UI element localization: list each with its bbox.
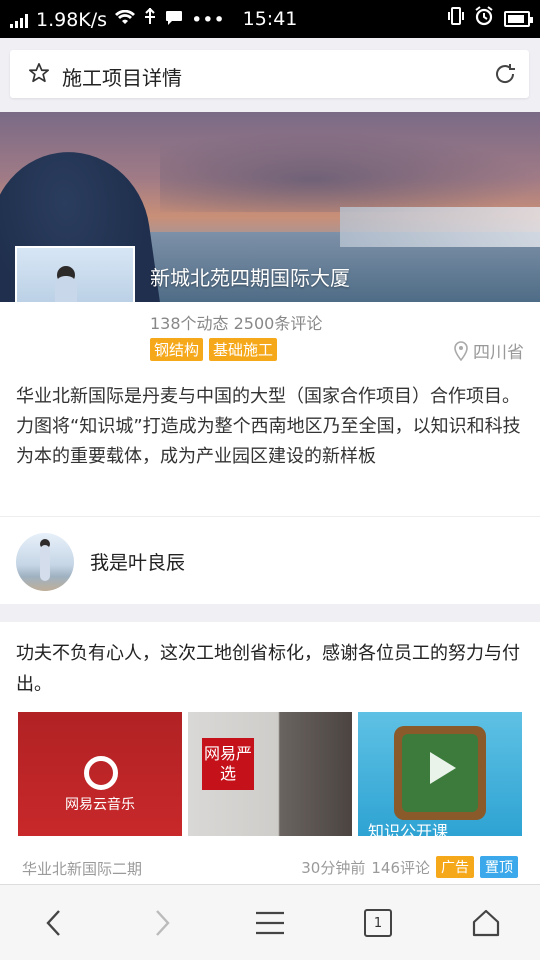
image-caption: 网易云音乐	[65, 797, 135, 813]
project-stats: 138个动态 2500条评论	[150, 314, 323, 333]
location-pin-icon	[454, 340, 468, 361]
refresh-icon[interactable]	[493, 62, 517, 90]
tag-foundation[interactable]: 基础施工	[209, 338, 278, 361]
tabs-button[interactable]: 1	[358, 905, 398, 941]
cover-clouds	[160, 132, 540, 212]
cover-coast	[340, 207, 540, 247]
tag-steel[interactable]: 钢结构	[150, 338, 204, 361]
post-image-1[interactable]: 网易云音乐	[18, 712, 182, 836]
post-image-3[interactable]: 知识公开课	[358, 712, 522, 836]
status-right	[448, 6, 533, 31]
post-images: 网易云音乐 网易严选 知识公开课	[18, 712, 522, 836]
image-caption: 网易严选	[202, 738, 254, 790]
post-meta: 30分钟前 146评论 广告 置顶	[301, 856, 518, 878]
project-description: 华业北新国际是丹麦与中国的大型（国家合作项目）合作项目。力图将“知识城”打造成为…	[16, 386, 521, 467]
user-row[interactable]: 我是叶良辰	[0, 517, 540, 605]
address-box[interactable]: 施工项目详情	[10, 50, 529, 98]
image-caption: 知识公开课	[368, 822, 449, 836]
menu-button[interactable]	[250, 905, 290, 941]
menu-icon	[256, 911, 284, 935]
tab-count: 1	[364, 909, 392, 937]
user-name[interactable]: 我是叶良辰	[90, 548, 185, 575]
post-source: 华业北新国际二期	[22, 860, 143, 878]
post-comments[interactable]: 146评论	[371, 857, 430, 878]
ad-badge: 广告	[436, 856, 474, 878]
project-location: 四川省	[453, 338, 524, 363]
page-title: 施工项目详情	[62, 66, 182, 90]
status-bar: 1.98K/s ••• 15:41	[0, 0, 540, 38]
play-icon	[430, 752, 456, 784]
user-avatar-figure	[40, 545, 50, 581]
bottom-toolbar: 1	[0, 884, 540, 960]
post-text: 功夫不负有心人，这次工地创省标化，感谢各位员工的努力与付出。	[16, 643, 520, 695]
home-button[interactable]	[466, 905, 506, 941]
post-card[interactable]: 功夫不负有心人，这次工地创省标化，感谢各位员工的努力与付出。 网易云音乐 网易严…	[0, 622, 540, 884]
chevron-right-icon	[156, 910, 170, 936]
star-icon[interactable]	[28, 62, 50, 88]
chevron-left-icon	[46, 910, 60, 936]
project-card: 138个动态 2500条评论 钢结构 基础施工 四川省 华业北新国际是丹麦与中国…	[0, 302, 540, 604]
back-button[interactable]	[34, 905, 74, 941]
home-icon	[472, 909, 500, 937]
alarm-icon	[474, 6, 494, 31]
project-tags: 钢结构 基础施工	[150, 338, 278, 361]
user-avatar[interactable]	[16, 533, 74, 591]
location-text: 四川省	[473, 343, 524, 363]
post-footer: 华业北新国际二期 30分钟前 146评论 广告 置顶	[0, 854, 540, 884]
pinned-badge: 置顶	[480, 856, 518, 878]
battery-icon	[504, 10, 533, 27]
netease-music-logo-icon	[84, 756, 118, 790]
vibrate-icon	[448, 7, 464, 30]
title-bar: 施工项目详情	[0, 38, 540, 112]
post-image-2[interactable]: 网易严选	[188, 712, 352, 836]
project-name: 新城北苑四期国际大厦	[150, 266, 350, 290]
forward-button[interactable]	[142, 905, 182, 941]
post-time: 30分钟前	[301, 858, 366, 877]
